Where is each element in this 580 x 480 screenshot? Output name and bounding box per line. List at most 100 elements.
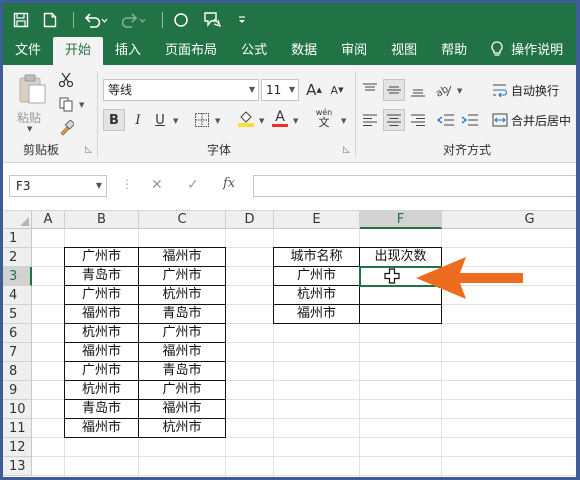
align-top-icon[interactable] [359,79,381,101]
worksheet-grid[interactable]: ABCDEFG 1 2 3 4 5 6 7 8 9 10 11 12 13 广州市 青岛市 广州市 福州市 杭州… [3,211,576,477]
decrease-indent-icon[interactable] [435,109,457,131]
merge-center-button[interactable]: 合并后居中 [511,112,571,129]
tab-data[interactable]: 数据 [279,37,329,65]
copy-icon[interactable] [55,93,77,115]
tab-review[interactable]: 审阅 [329,37,379,65]
cell-e3[interactable]: 广州市 [273,267,360,286]
column-header-e[interactable]: E [274,211,360,229]
circle-shape-icon[interactable] [173,12,189,28]
fill-color-icon[interactable] [235,107,257,129]
font-name-combo[interactable]: 等线 ▼ [103,79,259,101]
align-middle-icon[interactable] [383,79,405,101]
align-right-icon[interactable] [407,109,429,131]
row-header-5[interactable]: 5 [3,305,32,324]
row-header-3[interactable]: 3 [3,267,32,286]
borders-icon[interactable] [191,109,213,131]
cell-b8[interactable]: 广州市 [64,362,139,381]
cell-b7[interactable]: 福州市 [64,343,139,362]
cell-f5[interactable] [360,305,442,324]
grow-font-button[interactable]: A ▲ [303,79,325,101]
increase-indent-icon[interactable] [459,109,481,131]
cell-c10[interactable]: 福州市 [139,400,226,419]
tab-formulas[interactable]: 公式 [229,37,279,65]
shrink-font-button[interactable]: A ▼ [326,79,348,101]
align-center-icon[interactable] [383,109,405,131]
row-header-12[interactable]: 12 [3,438,32,457]
column-header-c[interactable]: C [139,211,226,229]
row-header-11[interactable]: 11 [3,419,32,438]
save-icon[interactable] [13,12,29,28]
wrap-text-icon[interactable] [489,79,511,101]
italic-button[interactable]: I [127,109,149,131]
formula-input[interactable] [253,175,576,197]
cell-c8[interactable]: 青岛市 [139,362,226,381]
row-header-6[interactable]: 6 [3,324,32,343]
tab-page-layout[interactable]: 页面布局 [153,37,229,65]
tab-file[interactable]: 文件 [3,37,53,65]
row-header-9[interactable]: 9 [3,381,32,400]
phonetic-guide-button[interactable]: wén 文 [309,107,339,129]
cell-b5[interactable]: 福州市 [64,305,139,324]
align-left-icon[interactable] [359,109,381,131]
callout-icon[interactable] [203,11,223,29]
cell-c6[interactable]: 广州市 [139,324,226,343]
row-header-2[interactable]: 2 [3,248,32,267]
column-header-a[interactable]: A [32,211,65,229]
name-box[interactable]: F3 ▼ [9,175,107,197]
cell-b2[interactable]: 广州市 [64,247,139,267]
column-header-f[interactable]: F [360,211,442,229]
cell-c2[interactable]: 福州市 [139,247,226,267]
font-size-combo[interactable]: 11 ▼ [261,79,299,101]
font-color-button[interactable]: A [269,107,291,129]
cell-c4[interactable]: 杭州市 [139,286,226,305]
redo-icon[interactable] [122,12,146,28]
clipboard-launcher-icon[interactable]: ◺ [85,145,92,155]
cell-e2[interactable]: 城市名称 [273,247,360,267]
bold-button[interactable]: B [103,109,125,131]
font-launcher-icon[interactable]: ◺ [343,145,350,155]
cell-c9[interactable]: 广州市 [139,381,226,400]
undo-icon[interactable] [84,12,108,28]
paste-button[interactable]: 粘贴 ▼ [13,71,51,135]
underline-button[interactable]: U [149,109,171,131]
cell-e4[interactable]: 杭州市 [273,286,360,305]
column-header-b[interactable]: B [65,211,139,229]
cell-c3[interactable]: 广州市 [139,267,226,286]
cell-b6[interactable]: 杭州市 [64,324,139,343]
cell-b9[interactable]: 杭州市 [64,381,139,400]
cell-b10[interactable]: 青岛市 [64,400,139,419]
wrap-text-button[interactable]: 自动换行 [511,82,559,99]
cell-c5[interactable]: 青岛市 [139,305,226,324]
cancel-entry-icon[interactable]: ✕ [151,177,163,193]
column-header-d[interactable]: D [226,211,274,229]
tab-view[interactable]: 视图 [379,37,429,65]
merge-center-icon[interactable] [489,109,511,131]
new-file-icon[interactable] [43,12,57,28]
tab-home[interactable]: 开始 [53,37,104,65]
cell-c7[interactable]: 福州市 [139,343,226,362]
ribbon-tabs: 文件 开始 插入 页面布局 公式 数据 审阅 视图 帮助 操作说明 [3,37,576,65]
cell-b4[interactable]: 广州市 [64,286,139,305]
cut-icon[interactable] [55,69,77,91]
row-header-4[interactable]: 4 [3,286,32,305]
row-header-13[interactable]: 13 [3,457,32,476]
row-header-8[interactable]: 8 [3,362,32,381]
confirm-entry-icon[interactable]: ✓ [187,177,199,193]
customize-toolbar-icon[interactable] [237,14,247,26]
row-header-10[interactable]: 10 [3,400,32,419]
tab-insert[interactable]: 插入 [103,37,153,65]
orientation-icon[interactable]: ab [433,79,455,101]
tab-help[interactable]: 帮助 [429,37,479,65]
format-painter-icon[interactable] [55,117,77,139]
tell-me-search[interactable]: 操作说明 [479,37,575,65]
align-bottom-icon[interactable] [407,79,429,101]
cell-c11[interactable]: 杭州市 [139,419,226,438]
row-header-7[interactable]: 7 [3,343,32,362]
insert-function-icon[interactable]: fx [223,176,235,191]
column-header-g[interactable]: G [442,211,576,229]
select-all-button[interactable] [3,211,32,229]
cell-e5[interactable]: 福州市 [273,305,360,324]
row-header-1[interactable]: 1 [3,229,32,248]
cell-b11[interactable]: 福州市 [64,419,139,438]
cell-b3[interactable]: 青岛市 [64,267,139,286]
